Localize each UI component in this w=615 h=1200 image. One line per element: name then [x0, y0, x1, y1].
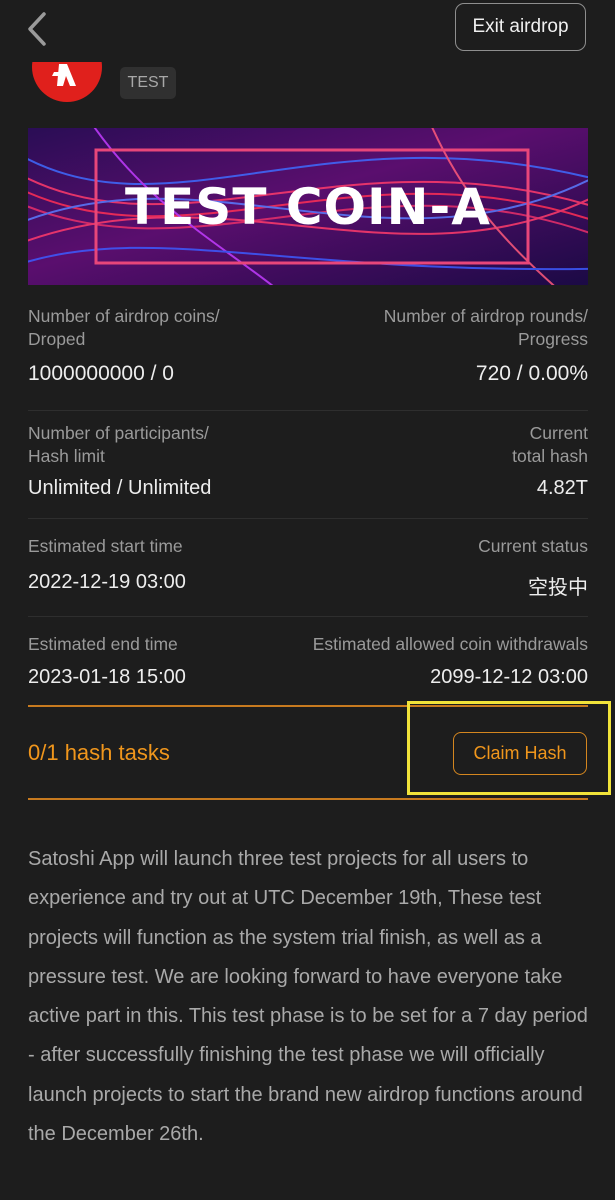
- total-hash-value: 4.82T: [536, 477, 588, 499]
- exit-airdrop-button[interactable]: Exit airdrop: [455, 3, 586, 51]
- back-button[interactable]: [24, 10, 54, 50]
- hash-tasks-label: 0/1 hash tasks: [28, 740, 170, 765]
- status-value: 空投中: [528, 577, 588, 599]
- banner-title: TEST COIN-A: [125, 177, 491, 236]
- project-banner: TEST COIN-A: [28, 128, 588, 285]
- highlight-box: [407, 701, 611, 795]
- withdrawal-value: 2099-12-12 03:00: [430, 666, 588, 688]
- rounds-value: 720 / 0.00%: [475, 362, 588, 385]
- divider: [28, 410, 588, 411]
- start-time-label: Estimated start time: [28, 536, 183, 556]
- total-hash-label: Current total hash: [512, 423, 588, 466]
- task-divider-bottom: [28, 798, 588, 800]
- withdrawal-label: Estimated allowed coin withdrawals: [312, 634, 588, 654]
- top-bar: Exit airdrop: [0, 0, 615, 60]
- rounds-label: Number of airdrop rounds/Progress: [383, 306, 588, 349]
- chevron-left-icon: [28, 12, 46, 46]
- brand-logo-icon: [32, 62, 102, 104]
- end-time-label: Estimated end time: [28, 634, 178, 654]
- coins-value: 1000000000 / 0: [28, 362, 174, 385]
- divider: [28, 518, 588, 519]
- status-label: Current status: [478, 536, 588, 556]
- participants-label: Number of participants/Hash limit: [28, 423, 209, 466]
- project-description: Satoshi App will launch three test proje…: [28, 848, 588, 1146]
- coins-label: Number of airdrop coins/Droped: [28, 306, 220, 349]
- project-tag: TEST: [120, 67, 176, 99]
- start-time-value: 2022-12-19 03:00: [28, 571, 186, 593]
- divider: [28, 616, 588, 617]
- participants-value: Unlimited / Unlimited: [28, 477, 212, 499]
- end-time-value: 2023-01-18 15:00: [28, 666, 186, 688]
